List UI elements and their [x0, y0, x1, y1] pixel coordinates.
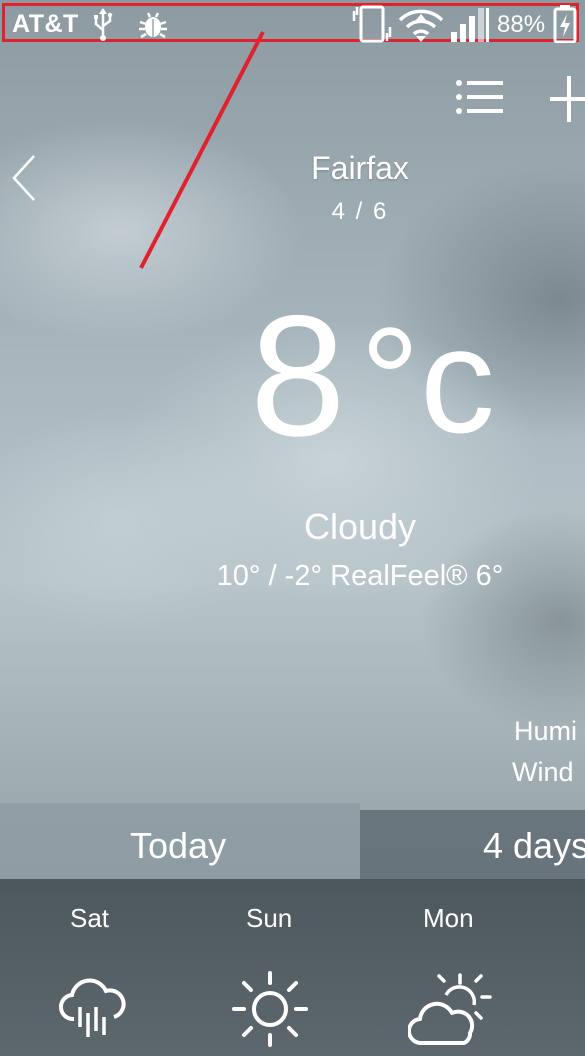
- wifi-icon: [398, 9, 444, 42]
- temp-range: 10° / -2° RealFeel® 6°: [216, 560, 504, 592]
- battery-percent: 88%: [497, 11, 546, 38]
- list-icon[interactable]: [455, 79, 505, 117]
- rain-cloud-icon: [59, 978, 126, 1037]
- tab-today[interactable]: Today: [0, 803, 360, 879]
- tab-4-days[interactable]: 4 days: [360, 810, 585, 879]
- temperature-unit: °c: [360, 296, 495, 464]
- android-debug-icon: [139, 12, 167, 39]
- status-bar-highlight: [2, 3, 579, 42]
- forecast-panel: Sat Sun Mon: [0, 879, 585, 1056]
- usb-icon: [94, 8, 113, 41]
- forecast-day-sun: Sun: [246, 903, 293, 933]
- add-icon[interactable]: [550, 76, 585, 122]
- forecast-tabs: Today 4 days: [0, 803, 585, 879]
- status-bar: AT&T 88%: [0, 0, 585, 50]
- battery-charging-icon: [553, 5, 577, 43]
- partly-cloudy-icon: [408, 973, 492, 1046]
- tab-today-label: Today: [130, 825, 227, 866]
- vibrate-icon: [352, 5, 392, 43]
- sun-icon: [232, 971, 308, 1047]
- carrier-name: AT&T: [12, 10, 79, 38]
- temperature-value: 8: [250, 280, 346, 472]
- city-name: Fairfax: [311, 150, 409, 186]
- tab-4-days-label: 4 days: [483, 825, 585, 866]
- forecast-day-mon: Mon: [423, 903, 474, 933]
- humidity-label: Humi: [514, 716, 578, 746]
- temperature: 8: [250, 290, 346, 462]
- wind-label: Wind: [512, 757, 574, 787]
- page-indicator: 4 / 6: [331, 198, 389, 225]
- signal-icon: [451, 8, 489, 42]
- condition-text: Cloudy: [303, 506, 417, 547]
- forecast-day-sat: Sat: [70, 903, 110, 933]
